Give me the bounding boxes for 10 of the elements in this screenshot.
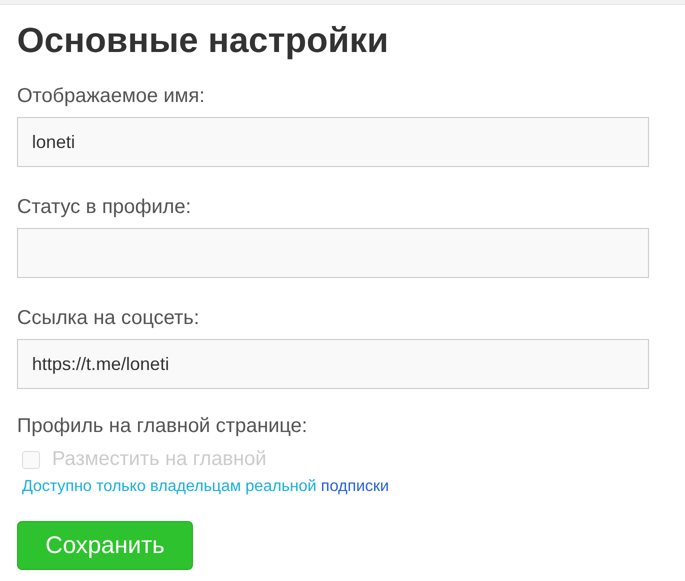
field-label: Отображаемое имя:: [17, 84, 206, 108]
input-field[interactable]: loneti: [17, 117, 649, 167]
availability-note: Доступно только владельцам реальной подписки: [22, 477, 390, 497]
page-title: Основные настройки: [17, 20, 390, 62]
subscription-link[interactable]: подписки: [320, 478, 389, 495]
input-field[interactable]: https://t.me/loneti: [17, 339, 649, 389]
section-label: Профиль на главной странице:: [17, 414, 308, 438]
field-label: Статус в профиле:: [17, 195, 192, 219]
input-field[interactable]: [17, 228, 649, 278]
field-label: Ссылка на соцсеть:: [17, 306, 200, 330]
